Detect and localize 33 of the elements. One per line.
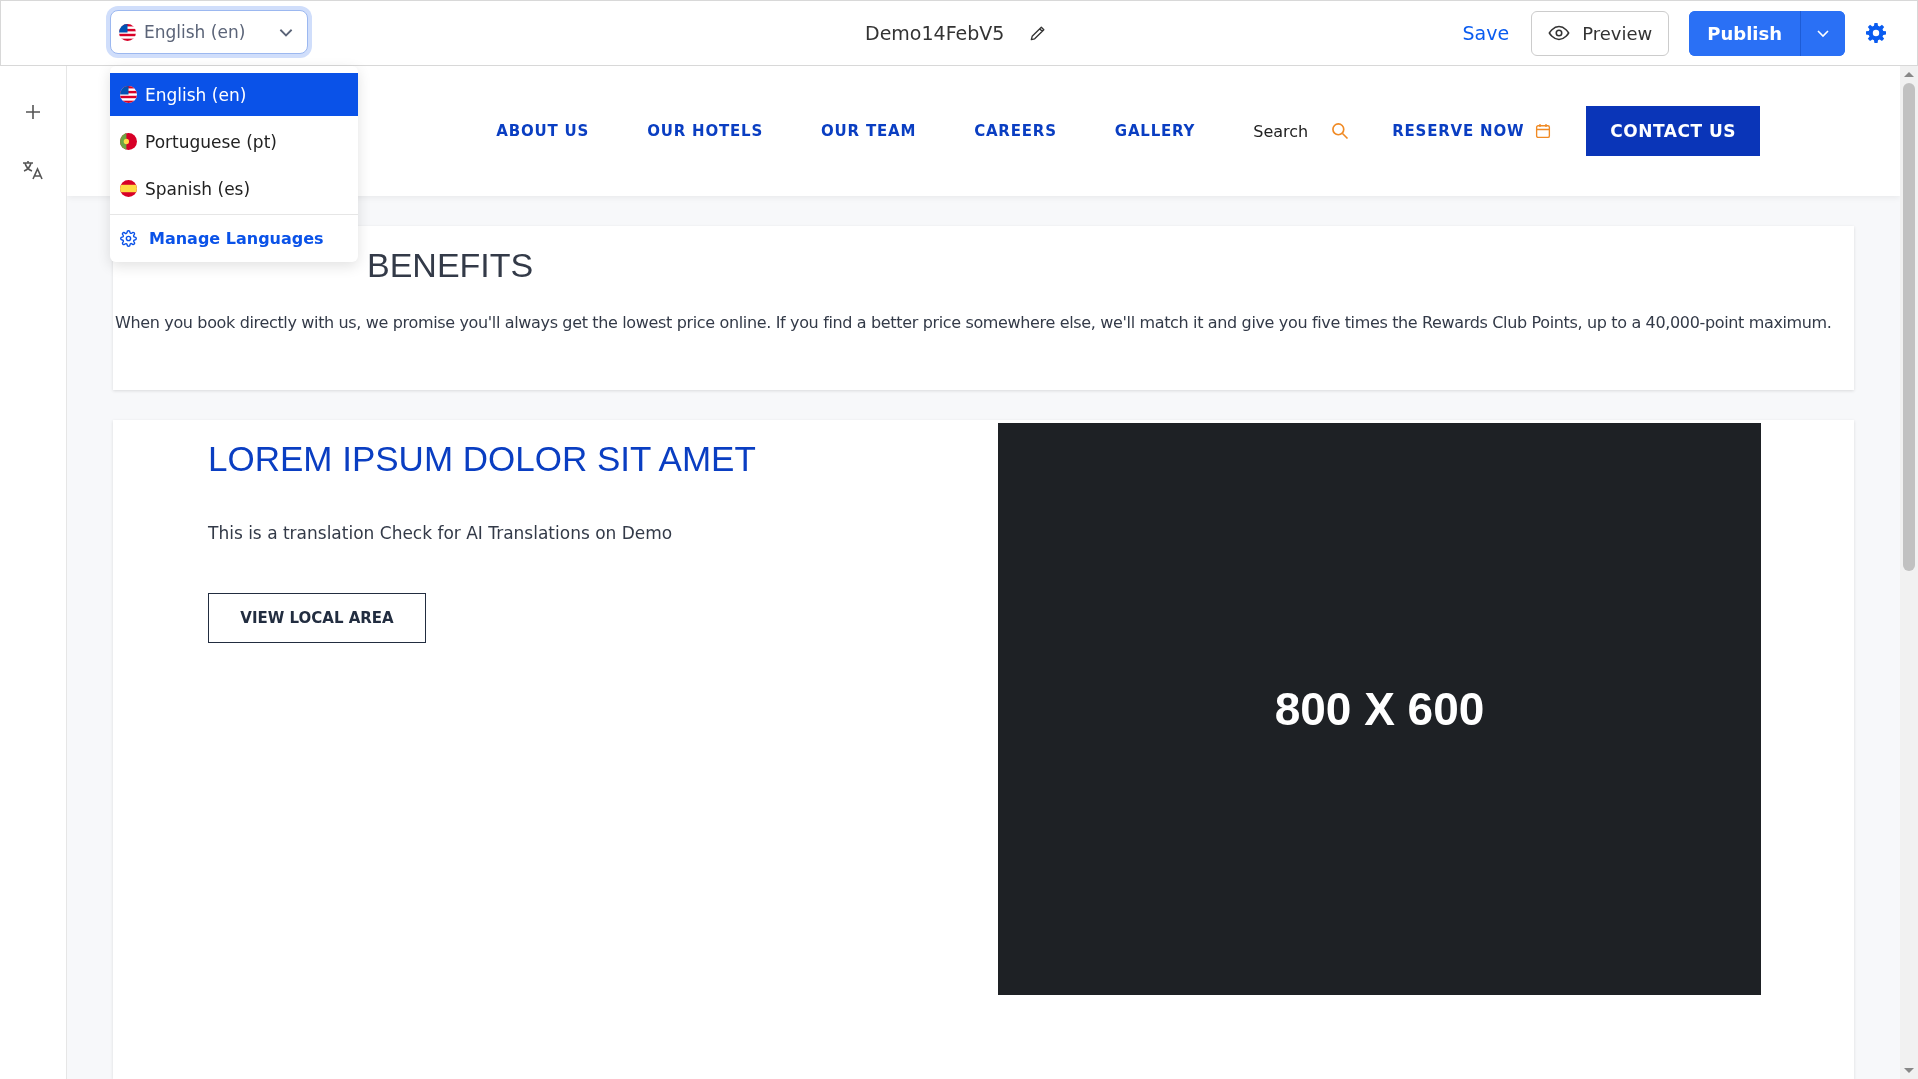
search-label[interactable]: Search bbox=[1253, 121, 1309, 141]
publish-button[interactable]: Publish bbox=[1689, 10, 1801, 56]
nav-link[interactable]: OUR TEAM bbox=[821, 122, 917, 140]
reserve-now-link[interactable]: RESERVE NOW bbox=[1392, 122, 1553, 140]
nav-link[interactable]: GALLERY bbox=[1114, 122, 1196, 140]
settings-icon[interactable] bbox=[1865, 22, 1887, 44]
view-local-area-button[interactable]: VIEW LOCAL AREA bbox=[208, 593, 426, 643]
preview-button[interactable]: Preview bbox=[1531, 10, 1670, 56]
search-icon[interactable] bbox=[1330, 121, 1351, 141]
flag-icon bbox=[120, 86, 137, 103]
contact-us-button[interactable]: CONTACT US bbox=[1586, 106, 1760, 156]
language-option[interactable]: Portuguese (pt) bbox=[110, 120, 358, 163]
page-title: Demo14FebV5 bbox=[865, 22, 1005, 44]
nav-link[interactable]: ABOUT US bbox=[496, 122, 590, 140]
section-text: When you book directly with us, we promise you'll always get the lowest price online. If you find a better price somewhere else, we'll match it and give you five times the Rewards Club Points, up to a 40,000-point maximum. bbox=[115, 313, 1833, 332]
section-heading: BENEFITS bbox=[366, 246, 535, 285]
section-heading: LOREM IPSUM DOLOR SIT AMET bbox=[208, 439, 757, 479]
image-size-label: 800 X 600 bbox=[1274, 682, 1485, 736]
save-button[interactable]: Save bbox=[1460, 16, 1512, 50]
translate-icon[interactable] bbox=[21, 158, 45, 182]
flag-icon bbox=[120, 180, 137, 197]
calendar-icon bbox=[1534, 122, 1553, 140]
section-text: This is a translation Check for AI Translations on Demo bbox=[208, 523, 674, 543]
nav-link[interactable]: CAREERS bbox=[974, 122, 1057, 140]
flag-icon bbox=[120, 133, 137, 150]
gear-icon bbox=[120, 230, 137, 247]
language-option[interactable]: Spanish (es) bbox=[110, 167, 358, 210]
flag-icon bbox=[119, 23, 136, 41]
nav-link[interactable]: OUR HOTELS bbox=[647, 122, 763, 140]
language-option[interactable]: English (en) bbox=[110, 73, 358, 116]
scrollbar[interactable] bbox=[1900, 66, 1918, 1079]
manage-languages-link[interactable]: Manage Languages bbox=[110, 214, 358, 256]
add-icon[interactable] bbox=[23, 102, 43, 122]
